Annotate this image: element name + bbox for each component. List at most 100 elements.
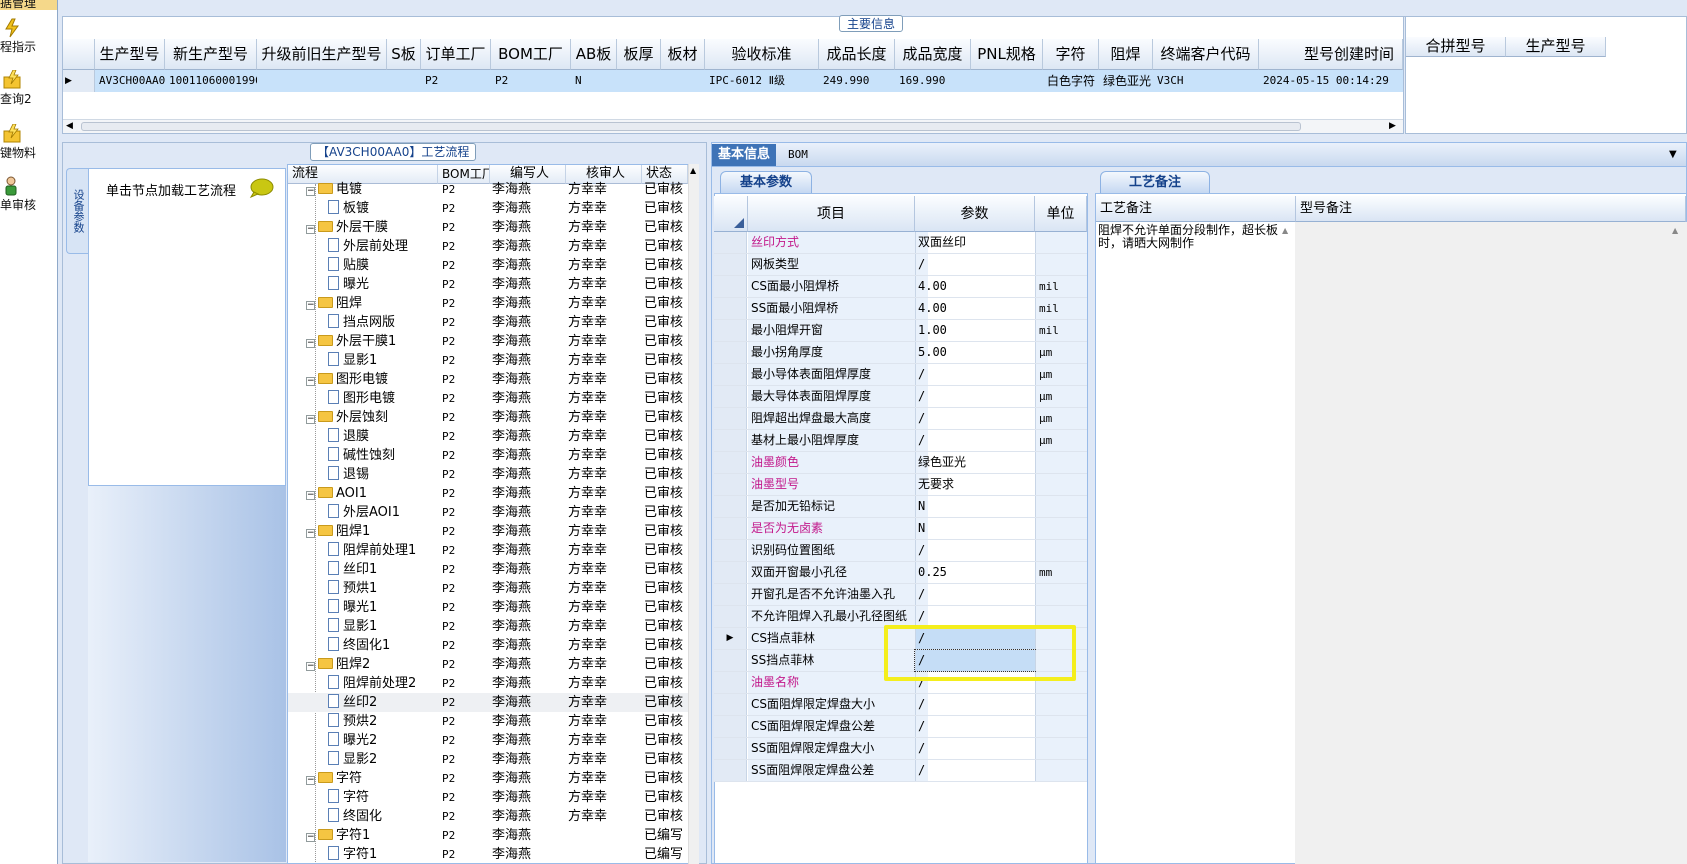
tree-group-row[interactable]: − 图形电镀 P2 李海燕 方幸幸 已审核 <box>288 370 688 389</box>
col-header[interactable]: 生产型号 <box>1506 37 1606 57</box>
param-value-cell[interactable]: / <box>915 408 1035 429</box>
param-value-cell[interactable]: 1.00 <box>915 320 1035 341</box>
grid-cell[interactable] <box>617 70 661 92</box>
tree-step-row[interactable]: 曝光1 P2 李海燕 方幸幸 已审核 <box>288 598 688 617</box>
param-value-cell[interactable]: / <box>915 738 1035 759</box>
col-header[interactable]: 成品宽度 <box>895 39 971 70</box>
tree-step-row[interactable]: 挡点网版 P2 李海燕 方幸幸 已审核 <box>288 313 688 332</box>
param-row[interactable]: 阻焊超出焊盘最大高度 / μm <box>714 408 1087 430</box>
tree-group-row[interactable]: − 字符1 P2 李海燕 已编写 <box>288 826 688 845</box>
row-indicator[interactable] <box>714 320 747 341</box>
param-row[interactable]: 是否为无卤素 N <box>714 518 1087 540</box>
param-row[interactable]: 油墨型号 无要求 <box>714 474 1087 496</box>
grid-cell[interactable] <box>387 70 421 92</box>
tree-step-row[interactable]: 丝印1 P2 李海燕 方幸幸 已审核 <box>288 560 688 579</box>
param-value-cell[interactable]: 0.25 <box>915 562 1035 583</box>
row-indicator[interactable] <box>714 738 747 759</box>
collapse-icon[interactable]: − <box>306 415 315 424</box>
param-row[interactable]: 是否加无铅标记 N <box>714 496 1087 518</box>
nav-item-order-review[interactable]: 单审核 <box>0 176 57 213</box>
tree-step-row[interactable]: 碱性蚀刻 P2 李海燕 方幸幸 已审核 <box>288 446 688 465</box>
row-indicator[interactable]: ▶ <box>714 628 747 649</box>
grid-cell[interactable]: 白色字符 <box>1043 70 1099 92</box>
collapse-icon[interactable]: − <box>306 776 315 785</box>
param-row[interactable]: SS面最小阻焊桥 4.00 mil <box>714 298 1087 320</box>
remark-col-header[interactable]: 工艺备注 <box>1096 196 1296 222</box>
scroll-up-arrow[interactable]: ▲ <box>1282 226 1288 235</box>
tree-step-row[interactable]: 预烘1 P2 李海燕 方幸幸 已审核 <box>288 579 688 598</box>
col-header[interactable]: 板厚 <box>617 39 661 70</box>
param-row[interactable]: 双面开窗最小孔径 0.25 mm <box>714 562 1087 584</box>
remark-col-header[interactable]: 型号备注 <box>1296 196 1686 222</box>
tree-step-row[interactable]: 字符1 P2 李海燕 已编写 <box>288 845 688 863</box>
param-row[interactable]: 油墨颜色 绿色亚光 <box>714 452 1087 474</box>
row-indicator[interactable] <box>714 342 747 363</box>
tree-step-row[interactable]: 阻焊前处理1 P2 李海燕 方幸幸 已审核 <box>288 541 688 560</box>
param-row[interactable]: 最小阻焊开窗 1.00 mil <box>714 320 1087 342</box>
tree-step-row[interactable]: 显影1 P2 李海燕 方幸幸 已审核 <box>288 617 688 636</box>
col-header[interactable]: 字符 <box>1043 39 1099 70</box>
param-row[interactable]: 开窗孔是否不允许油墨入孔 / <box>714 584 1087 606</box>
scroll-thumb[interactable] <box>81 122 1301 131</box>
scroll-up-arrow[interactable]: ▲ <box>1672 226 1678 235</box>
param-value-cell[interactable]: 无要求 <box>915 474 1035 495</box>
param-value-cell[interactable]: N <box>915 496 1035 517</box>
col-header[interactable]: 订单工厂 <box>421 39 491 70</box>
side-tab-device-params[interactable]: 设备参数 <box>66 168 88 254</box>
row-indicator[interactable] <box>714 386 747 407</box>
param-row[interactable]: 基材上最小阻焊厚度 / μm <box>714 430 1087 452</box>
grid-cell[interactable]: 10011060001990 <box>165 70 257 92</box>
col-header[interactable]: 合拼型号 <box>1406 37 1506 57</box>
tree-group-row[interactable]: − AOI1 P2 李海燕 方幸幸 已审核 <box>288 484 688 503</box>
grid-divider[interactable] <box>1403 17 1406 134</box>
scroll-up-arrow[interactable]: ▲ <box>690 166 696 175</box>
param-row[interactable]: SS面阻焊限定焊盘公差 / <box>714 760 1087 782</box>
col-header[interactable]: 生产型号 <box>95 39 165 70</box>
param-value-cell[interactable]: / <box>915 760 1035 781</box>
col-header[interactable]: PNL规格 <box>971 39 1043 70</box>
tree-group-row[interactable]: − 阻焊2 P2 李海燕 方幸幸 已审核 <box>288 655 688 674</box>
col-header[interactable]: 升级前旧生产型号 <box>257 39 387 70</box>
col-header[interactable]: 成品长度 <box>819 39 895 70</box>
row-indicator[interactable] <box>714 518 747 539</box>
param-value-cell[interactable]: / <box>915 540 1035 561</box>
row-indicator[interactable] <box>714 496 747 517</box>
tree-group-row[interactable]: − 字符 P2 李海燕 方幸幸 已审核 <box>288 769 688 788</box>
param-row[interactable]: 识别码位置图纸 / <box>714 540 1087 562</box>
row-indicator[interactable] <box>714 716 747 737</box>
row-indicator[interactable] <box>714 364 747 385</box>
row-indicator[interactable] <box>714 430 747 451</box>
horizontal-scrollbar[interactable]: ◀ ▶ <box>63 119 1403 133</box>
param-value-cell[interactable]: / <box>915 254 1035 275</box>
row-indicator[interactable] <box>714 540 747 561</box>
param-row[interactable]: 丝印方式 双面丝印 <box>714 232 1087 254</box>
col-header[interactable]: AB板 <box>571 39 617 70</box>
nav-item-key-material[interactable]: 键物料 <box>0 124 57 161</box>
grid-cell[interactable]: 169.990 <box>895 70 971 92</box>
nav-item-query2[interactable]: 查询2 <box>0 70 57 107</box>
param-value-cell[interactable]: / <box>915 606 1035 627</box>
param-value-cell[interactable]: 双面丝印 <box>915 232 1035 253</box>
load-box[interactable] <box>88 168 286 486</box>
tree-vertical-scrollbar[interactable]: ▲ <box>688 164 699 864</box>
param-value-cell[interactable]: 5.00 <box>915 342 1035 363</box>
col-header[interactable]: BOM工厂 <box>491 39 571 70</box>
col-header[interactable]: 板材 <box>661 39 705 70</box>
collapse-icon[interactable]: − <box>306 225 315 234</box>
row-indicator[interactable] <box>714 298 747 319</box>
tree-step-row[interactable]: 显影2 P2 李海燕 方幸幸 已审核 <box>288 750 688 769</box>
tab-basic-params[interactable]: 基本参数 <box>720 171 812 193</box>
tree-group-row[interactable]: − 外层干膜1 P2 李海燕 方幸幸 已审核 <box>288 332 688 351</box>
tree-step-row[interactable]: 预烘2 P2 李海燕 方幸幸 已审核 <box>288 712 688 731</box>
param-row[interactable]: 最小拐角厚度 5.00 μm <box>714 342 1087 364</box>
tab-process-remarks[interactable]: 工艺备注 <box>1100 171 1210 193</box>
row-indicator[interactable] <box>714 606 747 627</box>
row-indicator[interactable]: ▶ <box>63 70 95 92</box>
horizontal-splitter[interactable] <box>58 134 1687 142</box>
collapse-icon[interactable]: − <box>306 491 315 500</box>
grid-cell[interactable]: 绿色亚光 <box>1099 70 1153 92</box>
param-col-header[interactable]: 单位 <box>1035 196 1087 232</box>
collapse-icon[interactable]: − <box>306 187 315 196</box>
param-value-cell[interactable]: N <box>915 518 1035 539</box>
param-value-cell[interactable]: 绿色亚光 <box>915 452 1035 473</box>
